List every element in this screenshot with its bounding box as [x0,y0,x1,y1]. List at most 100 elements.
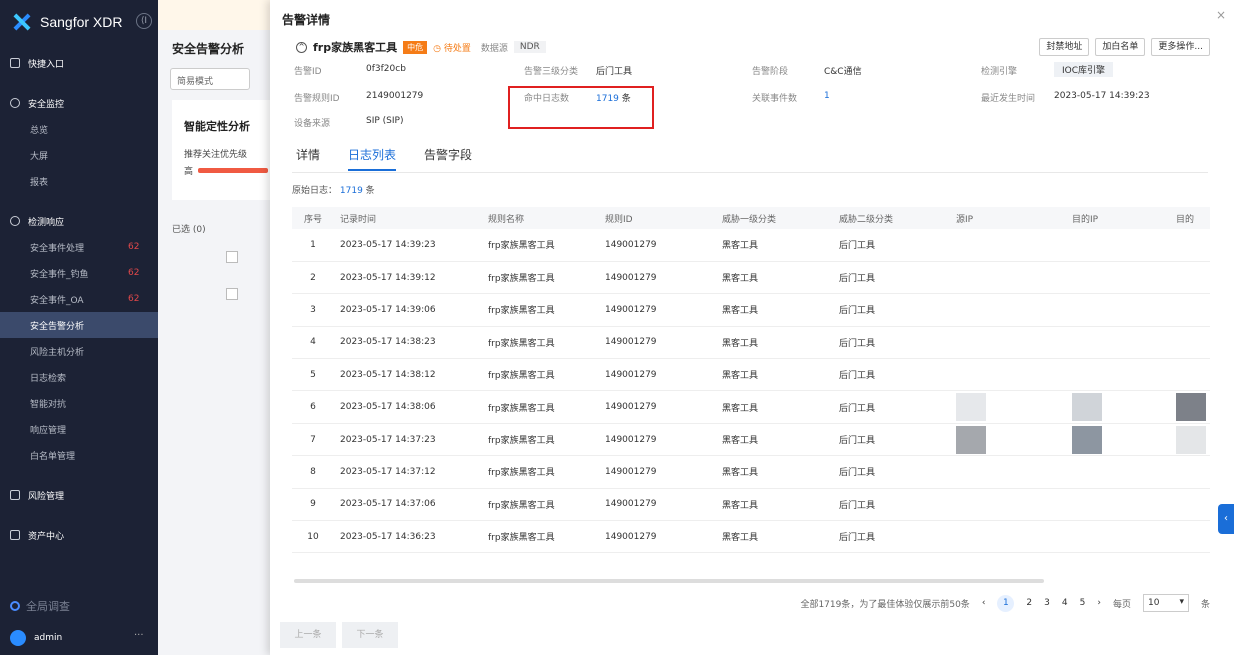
table-cell: 黑客工具 [716,423,833,457]
column-header[interactable]: 规则名称 [482,207,599,229]
global-search[interactable]: 全局调查 [10,598,70,614]
next-alert-button[interactable]: 下一条 [342,622,398,648]
redacted-cell [1066,488,1170,522]
block-address-button[interactable]: 封禁地址 [1039,38,1090,56]
table-cell: 149001279 [599,488,716,522]
prev-page-button[interactable]: ‹ [982,598,986,608]
table-row[interactable]: 3 2023-05-17 14:39:06 frp家族黑客工具 149001279 黑客… [292,293,1210,327]
table-cell: frp家族黑客工具 [482,390,599,424]
sidebar-item[interactable]: 风险主机分析 [0,338,158,364]
page-2[interactable]: 2 [1026,598,1032,608]
column-header[interactable]: 源IP [950,207,1066,229]
table-cell: 黑客工具 [716,520,833,554]
table-row[interactable]: 10 2023-05-17 14:36:23 frp家族黑客工具 149001279 黑… [292,520,1210,554]
more-actions-button[interactable]: 更多操作... [1151,38,1210,56]
add-whitelist-button[interactable]: 加白名单 [1095,38,1146,56]
row-checkbox[interactable] [226,288,238,300]
more-icon[interactable]: ··· [134,630,144,641]
select-all-checkbox[interactable] [226,251,238,263]
table-cell: 2023-05-17 14:36:23 [334,520,482,554]
column-header[interactable]: 目的IP [1066,207,1170,229]
selected-count: 已选 (0) [172,225,206,235]
sidebar-section[interactable]: 安全监控 [0,90,158,116]
redacted-block [956,393,986,422]
table-cell: 后门工具 [833,261,950,295]
sidebar-item[interactable]: 安全告警分析 [0,312,158,338]
collapse-sidebar-button[interactable]: ⟨I [136,13,152,29]
rule-id-value: 2149001279 [366,91,424,101]
related-events-value[interactable]: 1 [824,91,830,101]
priority-high-label: 高 [184,167,194,177]
column-header[interactable]: 记录时间 [334,207,482,229]
sidebar-item[interactable]: 响应管理 [0,416,158,442]
column-header[interactable]: 序号 [292,207,334,229]
status-text: 待处置 [443,43,471,54]
table-cell: 149001279 [599,390,716,424]
sidebar-section[interactable]: 资产中心 [0,522,158,548]
column-header[interactable]: 威胁一级分类 [716,207,833,229]
column-header[interactable]: 目的 [1170,207,1210,229]
sidebar-section-label: 检测响应 [28,217,65,228]
table-cell: 后门工具 [833,390,950,424]
stage-label: 告警阶段 [752,67,789,77]
table-cell: 149001279 [599,229,716,262]
table-row[interactable]: 2 2023-05-17 14:39:12 frp家族黑客工具 149001279 黑客… [292,261,1210,295]
redacted-cell [1170,390,1210,424]
pagination: 全部1719条，为了最佳体验仅展示前50条 ‹ 1 2 3 4 5 › 每页 1… [800,594,1210,612]
footer-nav: 上一条 下一条 [280,622,398,648]
table-row[interactable]: 1 2023-05-17 14:39:23 frp家族黑客工具 149001279 黑客… [292,229,1210,262]
user-menu[interactable]: admin [10,630,62,646]
redacted-cell [1170,455,1210,489]
table-row[interactable]: 8 2023-05-17 14:37:12 frp家族黑客工具 149001279 黑客… [292,455,1210,489]
sidebar-section[interactable]: 风险管理 [0,482,158,508]
page-4[interactable]: 4 [1062,598,1068,608]
sidebar-section-label: 资产中心 [28,531,65,542]
class3-label: 告警三级分类 [524,67,579,77]
page-3[interactable]: 3 [1044,598,1050,608]
collapse-chevron-icon[interactable]: ^ [296,41,307,53]
table-row[interactable]: 4 2023-05-17 14:38:23 frp家族黑客工具 149001279 黑客… [292,326,1210,360]
column-header[interactable]: 威胁二级分类 [833,207,950,229]
table-row[interactable]: 9 2023-05-17 14:37:06 frp家族黑客工具 149001279 黑客… [292,488,1210,522]
page-size-select[interactable]: 10 [1142,594,1189,612]
table-row[interactable]: 5 2023-05-17 14:38:12 frp家族黑客工具 149001279 黑客… [292,358,1210,392]
table-cell: 5 [292,358,334,392]
tab-log-list[interactable]: 日志列表 [348,146,397,171]
sidebar-item[interactable]: 大屏 [0,142,158,168]
horizontal-scrollbar[interactable] [294,579,1044,583]
page-5[interactable]: 5 [1080,598,1086,608]
redacted-cell [950,229,1066,262]
close-icon[interactable]: × [1216,8,1226,22]
table-cell: frp家族黑客工具 [482,455,599,489]
sidebar-item[interactable]: 安全事件_钓鱼 62 [0,260,158,286]
tab-details[interactable]: 详情 [296,146,320,171]
table-cell: 2 [292,261,334,295]
tab-alert-fields[interactable]: 告警字段 [424,146,472,171]
sidebar-item[interactable]: 总览 [0,116,158,142]
side-expand-tab[interactable]: ‹ [1218,504,1234,534]
sidebar-item[interactable]: 智能对抗 [0,390,158,416]
page-1[interactable]: 1 [997,594,1015,612]
table-cell: 黑客工具 [716,488,833,522]
brand-logo[interactable]: Sangfor XDR [0,0,158,44]
redacted-cell [1066,520,1170,554]
mode-select[interactable]: 简易模式 [170,68,250,90]
sidebar-item[interactable]: 报表 [0,168,158,194]
previous-alert-button[interactable]: 上一条 [280,622,336,648]
sidebar-section[interactable]: 检测响应 [0,208,158,234]
next-page-button[interactable]: › [1097,598,1101,608]
sidebar-item[interactable]: 安全事件_OA 62 [0,286,158,312]
table-cell: 10 [292,520,334,554]
column-header[interactable]: 规则ID [599,207,716,229]
sidebar-item[interactable]: 日志检索 [0,364,158,390]
redacted-block [956,425,986,454]
sidebar-item[interactable]: 白名单管理 [0,442,158,468]
sidebar-item[interactable]: 安全事件处理 62 [0,234,158,260]
table-cell: frp家族黑客工具 [482,423,599,457]
sidebar-section[interactable]: 快捷入口 [0,50,158,76]
redacted-cell [950,520,1066,554]
table-row[interactable]: 7 2023-05-17 14:37:23 frp家族黑客工具 149001279 黑客… [292,423,1210,457]
section-icon [10,58,20,68]
alert-detail-drawer: 告警详情 × ^ frp家族黑客工具 中危 ◷ 待处置 数据源 NDR 封禁地址… [270,0,1234,655]
table-row[interactable]: 6 2023-05-17 14:38:06 frp家族黑客工具 149001279 黑客… [292,390,1210,424]
